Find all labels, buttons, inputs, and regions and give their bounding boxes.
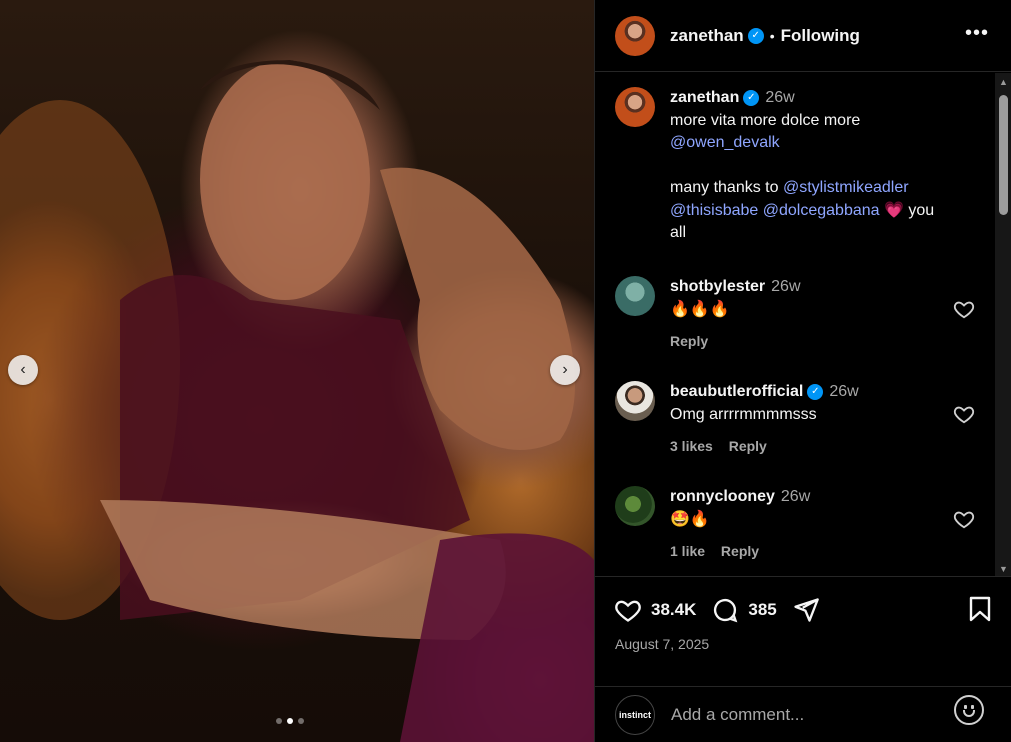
caption-username[interactable]: zanethan	[670, 89, 739, 106]
reply-button[interactable]: Reply	[721, 543, 759, 559]
mention-link[interactable]: @owen_devalk	[670, 134, 780, 151]
like-comment-heart-icon[interactable]	[953, 298, 975, 320]
commenter-username[interactable]: beaubutlerofficial	[670, 383, 803, 400]
bookmark-icon	[969, 596, 991, 622]
following-button[interactable]: Following	[781, 26, 860, 46]
commenter-username[interactable]: shotbylester	[670, 278, 765, 295]
reply-button[interactable]: Reply	[729, 438, 767, 454]
comment-item: ronnyclooney 26w 🤩🔥 1 like Reply	[615, 486, 970, 559]
author-username[interactable]: zanethan	[670, 26, 744, 46]
slide-indicator	[276, 718, 304, 724]
chevron-right-icon: ›	[562, 361, 568, 378]
comment-text: 🔥🔥🔥	[670, 300, 730, 318]
scroll-thumb[interactable]	[999, 95, 1008, 215]
commenter-avatar[interactable]	[615, 276, 655, 316]
add-comment-input[interactable]	[671, 704, 931, 725]
comment-count: 385	[748, 600, 777, 619]
like-comment-heart-icon[interactable]	[953, 403, 975, 425]
comment-button[interactable]: 385	[710, 596, 777, 624]
separator-dot: •	[769, 27, 775, 44]
reply-button[interactable]: Reply	[670, 333, 708, 349]
current-user-avatar[interactable]: instinct	[615, 694, 655, 735]
comment-text: Omg arrrrmmmmsss	[670, 405, 817, 423]
mention-link[interactable]: @thisisbabe	[670, 202, 758, 219]
heart-icon	[615, 600, 641, 622]
mention-link[interactable]: @stylistmikeadler	[783, 179, 909, 196]
share-button[interactable]	[791, 596, 829, 624]
comment-time: 26w	[780, 488, 811, 505]
post-photo	[0, 60, 594, 742]
comment-time: 26w	[829, 383, 859, 400]
comment-time: 26w	[771, 278, 801, 295]
more-options-icon[interactable]: •••	[965, 22, 989, 45]
scroll-up-arrow-icon[interactable]: ▲	[999, 77, 1008, 87]
previous-slide-button[interactable]: ‹	[8, 355, 38, 385]
comments-scrollbar[interactable]: ▲ ▼	[995, 73, 1011, 576]
comment-item: shotbylester 26w 🔥🔥🔥 Reply	[615, 276, 970, 349]
emoji-picker-icon[interactable]	[954, 695, 984, 725]
caption-time: 26w	[765, 89, 795, 106]
chevron-left-icon: ‹	[20, 361, 26, 378]
caption: zanethan ✓ 26w more vita more dolce more @…	[615, 87, 970, 245]
comment-icon	[714, 599, 738, 623]
like-count: 38.4K	[651, 600, 697, 619]
slide-dot	[276, 718, 282, 724]
add-comment-bar: instinct	[595, 686, 1011, 742]
post-date[interactable]: August 7, 2025	[615, 636, 709, 652]
caption-line-2: many thanks to	[670, 179, 779, 196]
verified-badge-icon: ✓	[747, 27, 764, 44]
commenter-username[interactable]: ronnyclooney	[670, 488, 775, 505]
verified-badge-icon: ✓	[743, 89, 760, 106]
caption-tail: you	[908, 201, 935, 219]
caption-author-avatar[interactable]	[615, 87, 655, 127]
share-paper-plane-icon	[794, 598, 819, 622]
like-button[interactable]: 38.4K	[613, 596, 696, 624]
slide-dot-active	[287, 718, 293, 724]
save-button[interactable]	[968, 596, 992, 627]
comment-likes[interactable]: 3 likes	[670, 438, 713, 454]
scroll-down-arrow-icon[interactable]: ▼	[999, 564, 1008, 574]
comments-list[interactable]: zanethan ✓ 26w more vita more dolce more @…	[595, 73, 995, 576]
post-actions: 38.4K 385 August 7, 2025	[595, 576, 1011, 652]
post-side-panel: zanethan ✓ • Following ••• zanethan ✓ 26w …	[594, 0, 1011, 742]
post-header: zanethan ✓ • Following •••	[595, 0, 1011, 72]
like-comment-heart-icon[interactable]	[953, 508, 975, 530]
next-slide-button[interactable]: ›	[550, 355, 580, 385]
post-image[interactable]: ‹ ›	[0, 0, 594, 742]
caption-line-1: more vita more dolce more	[670, 111, 861, 129]
mention-link[interactable]: @dolcegabbana	[763, 202, 880, 219]
caption-tail-2: all	[670, 224, 687, 241]
verified-badge-icon: ✓	[807, 383, 824, 400]
heart-emoji: 💗	[883, 201, 904, 219]
comment-item: beaubutlerofficial ✓ 26w Omg arrrrmmmmsss …	[615, 381, 970, 454]
comment-likes[interactable]: 1 like	[670, 543, 705, 559]
author-avatar[interactable]	[615, 15, 655, 56]
comment-text: 🤩🔥	[670, 510, 710, 528]
commenter-avatar[interactable]	[615, 486, 655, 526]
slide-dot	[298, 718, 304, 724]
commenter-avatar[interactable]	[615, 381, 655, 421]
